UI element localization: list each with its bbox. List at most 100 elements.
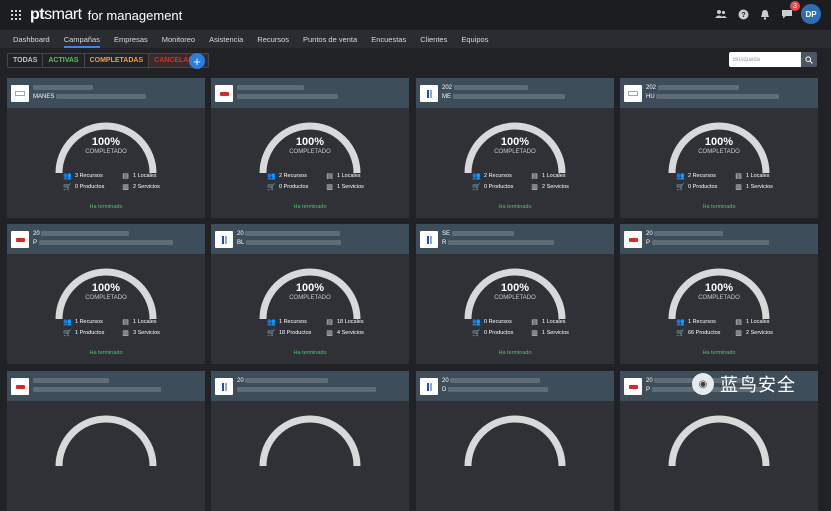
nav-empresas[interactable]: Empresas [114,30,148,48]
nav-encuestas[interactable]: Encuestas [371,30,406,48]
stat-productos: 🛒 0 Productos [472,183,514,191]
help-icon[interactable]: ? [735,6,751,22]
progress-label: COMPLETADO [494,295,536,301]
search-button[interactable] [801,52,817,67]
stat-locales: ▤ 1 Locales [531,172,566,180]
card-title [237,387,376,393]
campaign-card[interactable]: 20 P 100% COMPLETADO 👥 1 Recursos ▤ 1 Locales… [7,224,205,364]
nav-clientes[interactable]: Clientes [420,30,447,48]
card-date: 202 [442,85,528,91]
filter-activas[interactable]: ACTIVAS [43,54,85,67]
users-icon: 👥 [472,318,481,326]
client-logo [624,231,642,248]
stat-recursos: 👥 1 Recursos [63,318,103,326]
filter-completadas[interactable]: COMPLETADAS [85,54,150,67]
client-logo [11,378,29,395]
users-icon: 👥 [63,172,72,180]
progress-label: COMPLETADO [698,149,740,155]
nav-recursos[interactable]: Recursos [257,30,289,48]
services-icon: ▥ [531,329,538,337]
nav-monitoreo[interactable]: Monitoreo [162,30,195,48]
watermark: ◉ 蓝鸟安全 [692,372,796,396]
client-logo [420,378,438,395]
stat-productos: 🛒 0 Productos [63,183,105,191]
card-title [237,94,338,100]
client-logo [11,85,29,102]
progress-label: COMPLETADO [698,295,740,301]
store-icon: ▤ [735,172,742,180]
users-icon: 👥 [267,172,276,180]
progress-label: COMPLETADO [289,295,331,301]
status-text: Ha terminado [89,350,123,356]
filter-todas[interactable]: TODAS [8,54,44,67]
cart-icon: 🛒 [472,329,481,337]
services-icon: ▥ [735,183,742,191]
nav-dashboard[interactable]: Dashboard [13,30,50,48]
campaign-card[interactable]: 20 BL 100% COMPLETADO 👥 1 Recursos ▤ 18 Local… [211,224,409,364]
apps-grid-icon[interactable] [11,10,21,20]
card-title: P [646,240,769,246]
card-header: MANES [7,78,205,108]
campaign-card[interactable]: 20 D [416,371,614,511]
brand-logo[interactable]: ptsmart [30,6,82,24]
card-header: 20 D [416,371,614,401]
progress-gauge [257,120,363,176]
stat-recursos: 👥 2 Recursos [472,172,512,180]
card-date [237,85,304,91]
add-campaign-button[interactable]: + [189,53,205,69]
services-icon: ▥ [735,329,742,337]
stat-recursos: 👥 2 Recursos [676,172,716,180]
campaign-card[interactable]: 202 ME 100% COMPLETADO 👥 2 Recursos ▤ 1 Local… [416,78,614,218]
nav-asistencia[interactable]: Asistencia [209,30,243,48]
stat-servicios: ▥ 4 Servicios [326,329,364,337]
store-icon: ▤ [326,172,333,180]
cart-icon: 🛒 [676,183,685,191]
watermark-text: 蓝鸟安全 [720,375,796,395]
client-logo [215,378,233,395]
store-icon: ▤ [122,318,129,326]
campaign-card[interactable] [7,371,205,511]
users-icon[interactable] [713,6,729,22]
card-date: 20 [237,231,341,237]
stat-productos: 🛒 0 Productos [267,183,309,191]
progress-percent: 100% [295,282,325,294]
client-logo [420,85,438,102]
search-input[interactable] [729,52,801,67]
campaign-card[interactable]: SE R 100% COMPLETADO 👥 0 Recursos ▤ 1 Locales… [416,224,614,364]
bell-icon[interactable] [757,6,773,22]
progress-gauge [666,120,772,176]
status-filter-group: TODAS ACTIVAS COMPLETADAS CANCELADAS [7,53,210,68]
brand-subtitle: for management [87,7,183,23]
progress-gauge [462,413,568,469]
services-icon: ▥ [531,183,538,191]
card-header [7,371,205,401]
campaign-card[interactable]: MANES 100% COMPLETADO 👥 3 Recursos ▤ 1 Locale… [7,78,205,218]
top-bar: ptsmart for management ? 3 DP [0,0,831,30]
progress-gauge [53,413,159,469]
card-header [211,78,409,108]
card-date: 20 [442,378,541,384]
campaign-card[interactable]: 20 P 100% COMPLETADO 👥 1 Recursos ▤ 1 Locales… [620,224,818,364]
client-logo [215,231,233,248]
campaign-card[interactable]: 202 HU 100% COMPLETADO 👥 2 Recursos ▤ 1 Local… [620,78,818,218]
plus-icon: + [193,53,201,69]
stat-productos: 🛒 66 Productos [676,329,721,337]
search-icon [805,55,813,64]
progress-gauge [666,413,772,469]
campaign-card[interactable]: 20 [211,371,409,511]
progress-gauge [462,266,568,322]
nav-campanas[interactable]: Campañas [63,30,101,48]
nav-equipos[interactable]: Equipos [461,30,488,48]
card-stats: 👥 1 Recursos ▤ 1 Locales 🛒 1 Productos ▥ 3 Serv… [63,316,183,338]
client-logo [420,231,438,248]
status-text: Ha terminado [293,204,327,210]
messages-button[interactable]: 3 [779,1,800,22]
campaign-card[interactable]: 100% COMPLETADO 👥 2 Recursos ▤ 1 Locales 🛒 0 Pr… [211,78,409,218]
user-avatar[interactable]: DP [801,4,821,24]
nav-puntos-de-venta[interactable]: Puntos de venta [303,30,357,48]
card-header: 202 HU [620,78,818,108]
status-text: Ha terminado [702,204,736,210]
stat-locales: ▤ 1 Locales [326,172,361,180]
users-icon: 👥 [267,318,276,326]
card-title: R [442,240,555,246]
